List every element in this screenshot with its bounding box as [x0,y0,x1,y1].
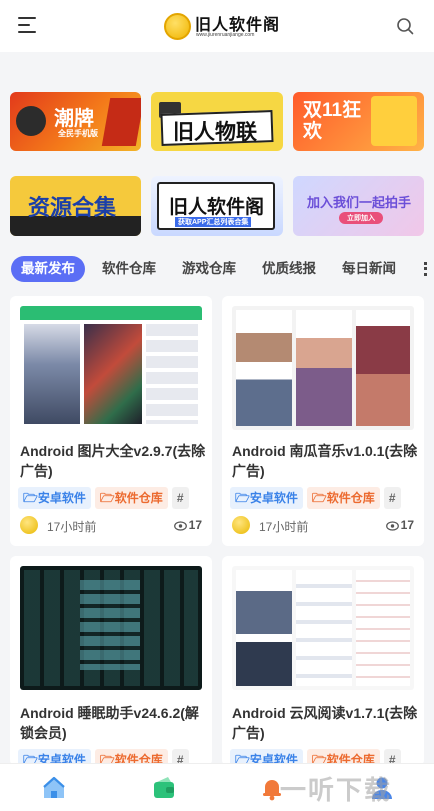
post-views: 17 [385,518,414,532]
banner-chaopai-title: 潮牌 [54,108,94,130]
category-tabs: 最新发布 软件仓库 游戏仓库 优质线报 每日新闻 [0,256,434,284]
tag-android-software[interactable]: 🗁安卓软件 [230,487,303,509]
post-tags: 🗁安卓软件 🗁软件仓库 # [230,487,424,509]
more-tabs-indicator[interactable] [424,262,427,276]
banner-double11-title: 双11狂欢 [303,100,362,142]
eye-icon [385,521,399,531]
wallet-icon[interactable] [150,774,178,802]
author-avatar[interactable] [20,516,38,534]
banner-jiuren-ruanjiange[interactable]: 旧人软件阁 获取APP汇总列表合集 [151,176,283,236]
folder-icon: 🗁 [23,491,38,505]
tag-software-repo[interactable]: 🗁软件仓库 [94,487,168,509]
post-time: 17小时前 [47,520,97,534]
post-title[interactable]: Android 图片大全v2.9.7(去除广告) [20,441,206,481]
post-title[interactable]: Android 南瓜音乐v1.0.1(去除广告) [232,441,418,481]
tag-hash[interactable]: # [171,487,189,509]
home-icon[interactable] [40,774,68,802]
post-views: 17 [173,518,202,532]
post-card[interactable]: Android 云风阅读v1.7.1(去除广告) 🗁安卓软件 🗁软件仓库 # [222,556,424,766]
post-meta: 17小时前 17 [232,516,414,536]
post-meta: 17小时前 17 [20,516,202,536]
post-thumbnail[interactable] [20,566,202,690]
banner-jiuren-wulian[interactable]: 旧人物联 [151,92,283,151]
tab-software[interactable]: 软件仓库 [102,256,156,282]
post-thumbnail[interactable] [20,306,202,430]
post-title[interactable]: Android 睡眠助手v24.6.2(解锁会员) [20,703,206,743]
post-tags: 🗁安卓软件 🗁软件仓库 # [18,487,212,509]
logo-badge-icon [164,13,191,40]
post-title[interactable]: Android 云风阅读v1.7.1(去除广告) [232,703,418,743]
folder-icon: 🗁 [311,491,327,505]
banner-chaopai[interactable]: 潮牌 全民手机版 [10,92,141,151]
tag-android-software[interactable]: 🗁安卓软件 [18,487,91,509]
tab-latest[interactable]: 最新发布 [11,256,85,282]
tab-news[interactable]: 每日新闻 [342,256,396,282]
banner-jiuren-ruanjiange-title: 旧人软件阁 [169,197,265,218]
site-logo[interactable]: 旧人软件阁 www.jiurenruanjiange.com [164,11,279,41]
folder-icon: 🗁 [235,491,250,505]
banner-chaopai-sub: 全民手机版 [58,129,98,138]
post-thumbnail[interactable] [232,306,414,430]
post-card[interactable]: Android 睡眠助手v24.6.2(解锁会员) 🗁安卓软件 🗁软件仓库 # [10,556,212,766]
post-card[interactable]: Android 图片大全v2.9.7(去除广告) 🗁安卓软件 🗁软件仓库 # 17小… [10,296,212,546]
post-card[interactable]: Android 南瓜音乐v1.0.1(去除广告) 🗁安卓软件 🗁软件仓库 # 17小… [222,296,424,546]
tab-games[interactable]: 游戏仓库 [182,256,236,282]
banner-ziyuan-heji[interactable]: 资源合集 [10,176,141,236]
post-time: 17小时前 [259,520,309,534]
tag-software-repo[interactable]: 🗁软件仓库 [306,487,380,509]
tab-deals[interactable]: 优质线报 [262,256,316,282]
top-bar: 旧人软件阁 www.jiurenruanjiange.com [0,0,434,52]
banner-jiuren-wulian-title: 旧人物联 [173,121,257,144]
tag-hash[interactable]: # [383,487,401,509]
banner-jiuren-ruanjiange-sub: 获取APP汇总列表合集 [175,217,252,227]
logo-url: www.jiurenruanjiange.com [196,32,255,38]
banner-ziyuan-heji-title: 资源合集 [28,195,117,220]
watermark-text: 一听下载 [280,775,393,805]
banner-join-us-title: 加入我们一起拍手 [307,195,412,210]
author-avatar[interactable] [232,516,250,534]
eye-icon [173,521,187,531]
search-icon[interactable] [396,17,414,35]
banner-double11[interactable]: 双11狂欢 [293,92,424,151]
post-thumbnail[interactable] [232,566,414,690]
banner-join-us[interactable]: 加入我们一起拍手 立即加入 [293,176,424,236]
folder-icon: 🗁 [99,491,115,505]
menu-icon[interactable] [18,17,38,33]
banner-join-us-button: 立即加入 [339,212,383,224]
